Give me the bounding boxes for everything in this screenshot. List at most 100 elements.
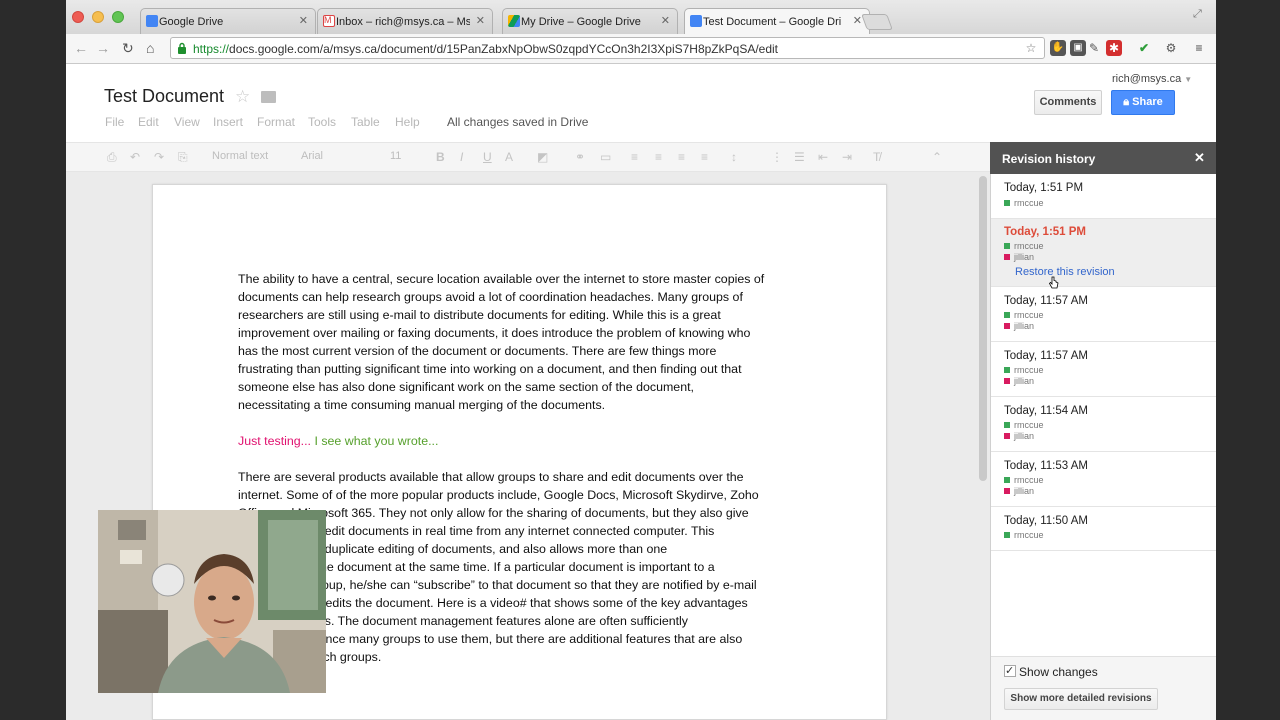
menu-view[interactable]: View	[174, 115, 200, 129]
font-select[interactable]: Arial	[301, 150, 323, 162]
menu-table[interactable]: Table	[351, 115, 380, 129]
revision-item[interactable]: Today, 1:51 PM rmccue	[991, 175, 1216, 219]
text-color-icon[interactable]: A	[505, 150, 513, 164]
paint-format-icon[interactable]: ⎘	[178, 150, 188, 165]
revision-author: jillian	[1004, 321, 1034, 331]
tab-close-icon[interactable]: ✕	[299, 14, 308, 27]
clear-formatting-icon[interactable]: T̸	[873, 150, 880, 164]
font-size-select[interactable]: 11	[390, 150, 401, 162]
fullscreen-icon[interactable]: ⤢	[1193, 8, 1202, 21]
collapse-toolbar-icon[interactable]: ⌃	[932, 150, 942, 164]
restore-revision-link[interactable]: Restore this revision	[1015, 266, 1115, 278]
numbered-list-icon[interactable]: ⋮	[771, 150, 783, 164]
show-more-revisions-button[interactable]: Show more detailed revisions	[1004, 688, 1158, 710]
redo-icon[interactable]: ↷	[154, 150, 164, 164]
revision-time: Today, 11:57 AM	[1004, 295, 1088, 307]
drive-favicon-icon	[508, 15, 520, 27]
revision-item[interactable]: Today, 11:57 AM rmccue jillian	[991, 287, 1216, 342]
chrome-menu-icon[interactable]: ≡	[1191, 40, 1207, 56]
menu-file[interactable]: File	[105, 115, 124, 129]
revision-author: rmccue	[1004, 530, 1044, 540]
browser-tab-inbox[interactable]: M Inbox – rich@msys.ca – Msy ✕	[317, 8, 493, 34]
screen-border-right	[1216, 0, 1280, 720]
document-title[interactable]: Test Document	[104, 86, 224, 107]
browser-tab-my-drive[interactable]: My Drive – Google Drive ✕	[502, 8, 678, 34]
window-close-button[interactable]	[72, 11, 84, 23]
text-line: There are several products available tha…	[238, 470, 744, 484]
star-icon[interactable]: ☆	[235, 87, 250, 107]
author-name: rmccue	[1014, 420, 1044, 430]
comments-button[interactable]: Comments	[1034, 90, 1102, 115]
revision-item[interactable]: Today, 11:50 AM rmccue	[991, 507, 1216, 551]
author-name: rmccue	[1014, 365, 1044, 375]
author-color-swatch	[1004, 312, 1010, 318]
browser-tab-google-drive[interactable]: Google Drive ✕	[140, 8, 316, 34]
revision-author: rmccue	[1004, 310, 1044, 320]
window-minimize-button[interactable]	[92, 11, 104, 23]
extension-gear-icon[interactable]: ⚙	[1163, 40, 1179, 56]
italic-icon[interactable]: I	[460, 150, 463, 164]
extension-hand-icon[interactable]: ✋	[1050, 40, 1066, 56]
folder-icon[interactable]	[261, 91, 276, 103]
share-button[interactable]: 🔒︎ Share	[1111, 90, 1175, 115]
close-icon[interactable]: ✕	[1194, 150, 1205, 166]
extension-red-icon[interactable]: ✱	[1106, 40, 1122, 56]
url-text: docs.google.com/a/msys.ca/document/d/15P…	[229, 42, 779, 56]
document-scrollbar[interactable]	[979, 176, 987, 481]
extension-puzzle-icon[interactable]: ✎	[1086, 40, 1102, 56]
forward-arrow-icon[interactable]: →	[96, 40, 110, 56]
underline-icon[interactable]: U	[483, 150, 492, 164]
undo-icon[interactable]: ↶	[130, 150, 140, 164]
paragraph-1[interactable]: The ability to have a central, secure lo…	[238, 270, 803, 414]
menu-edit[interactable]: Edit	[138, 115, 159, 129]
lock-icon: 🔒︎	[1123, 96, 1130, 108]
back-arrow-icon[interactable]: ←	[74, 40, 88, 56]
extension-camera-icon[interactable]: ▣	[1070, 40, 1086, 56]
window-zoom-button[interactable]	[112, 11, 124, 23]
tab-close-icon[interactable]: ✕	[476, 14, 485, 27]
new-tab-button[interactable]	[861, 14, 893, 30]
account-switcher[interactable]: rich@msys.ca ▼	[1112, 73, 1192, 85]
justify-icon[interactable]: ≡	[701, 150, 708, 164]
align-left-icon[interactable]: ≡	[631, 150, 638, 164]
browser-tab-test-document[interactable]: Test Document – Google Dri ✕	[684, 8, 870, 34]
extension-check-icon[interactable]: ✔	[1136, 40, 1152, 56]
text-line: researchers are still using e-mail to di…	[238, 308, 721, 322]
revision-item[interactable]: Today, 11:57 AM rmccue jillian	[991, 342, 1216, 397]
menu-format[interactable]: Format	[257, 115, 295, 129]
revision-item[interactable]: Today, 11:54 AM rmccue jillian	[991, 397, 1216, 452]
author-name: jillian	[1014, 252, 1035, 262]
author-name: rmccue	[1014, 198, 1044, 208]
align-right-icon[interactable]: ≡	[678, 150, 685, 164]
link-icon[interactable]: ⚭	[575, 150, 585, 164]
revision-author: rmccue	[1004, 241, 1044, 251]
menu-insert[interactable]: Insert	[213, 115, 243, 129]
home-icon[interactable]: ⌂	[146, 40, 154, 56]
line-spacing-icon[interactable]: ↕	[731, 150, 737, 164]
increase-indent-icon[interactable]: ⇥	[842, 150, 852, 164]
bulleted-list-icon[interactable]: ☰	[794, 150, 805, 164]
decrease-indent-icon[interactable]: ⇤	[818, 150, 828, 164]
revision-item[interactable]: Today, 11:53 AM rmccue jillian	[991, 452, 1216, 507]
show-changes-checkbox[interactable]: ✓	[1004, 665, 1016, 677]
testing-line[interactable]: Just testing... I see what you wrote...	[238, 432, 803, 450]
highlight-icon[interactable]: ◩	[537, 150, 548, 164]
revision-time: Today, 11:50 AM	[1004, 515, 1088, 527]
reload-icon[interactable]: ↻	[122, 40, 134, 57]
bookmark-star-icon[interactable]: ☆	[1023, 40, 1039, 56]
print-icon[interactable]: ⎙	[107, 150, 117, 165]
comment-icon[interactable]: ▭	[600, 150, 611, 164]
bold-icon[interactable]: B	[436, 150, 445, 164]
rmccue-edit-text: I see what you wrote...	[314, 434, 439, 448]
show-changes-label[interactable]: Show changes	[1019, 665, 1098, 679]
style-select[interactable]: Normal text	[212, 150, 268, 162]
address-bar[interactable]: https://docs.google.com/a/msys.ca/docume…	[170, 37, 1045, 59]
tab-close-icon[interactable]: ✕	[661, 14, 670, 27]
align-center-icon[interactable]: ≡	[655, 150, 662, 164]
text-line: someone else has also done significant w…	[238, 380, 694, 394]
menu-help[interactable]: Help	[395, 115, 420, 129]
revision-item-selected[interactable]: Today, 1:51 PM rmccue jillian Restore th…	[991, 219, 1216, 287]
menu-tools[interactable]: Tools	[308, 115, 336, 129]
tab-close-icon[interactable]: ✕	[853, 14, 862, 27]
author-color-swatch	[1004, 422, 1010, 428]
